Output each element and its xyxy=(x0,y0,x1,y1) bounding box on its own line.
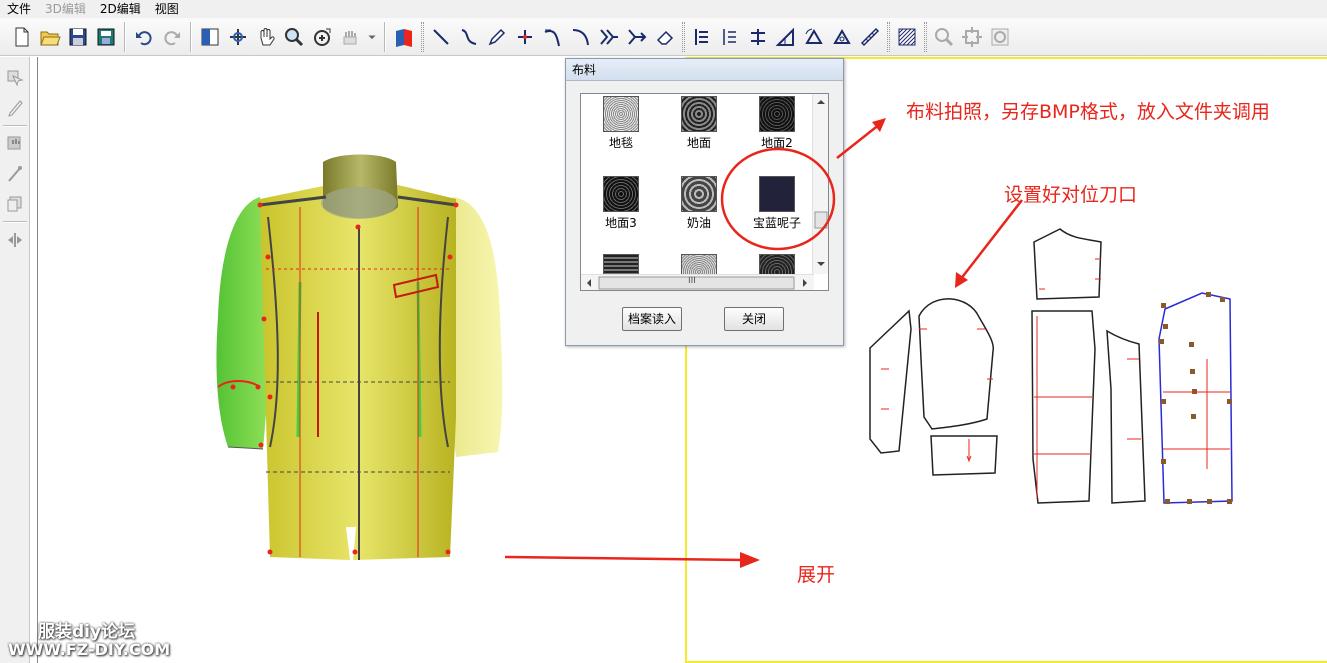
fabric-swatch-list[interactable]: 地毯 地面 地面2 地面3 奶油 宝蓝呢子 III xyxy=(580,93,829,291)
fabric-swatch-label: 地面2 xyxy=(761,136,793,150)
left-toolbar-separator xyxy=(2,125,27,127)
grab-icon[interactable] xyxy=(336,22,364,52)
fabric-swatch-item[interactable]: 宝蓝呢子 xyxy=(739,176,815,230)
toolbar-grip xyxy=(421,21,424,52)
layer-icon[interactable] xyxy=(2,189,28,219)
left-toolbar xyxy=(0,57,30,663)
fabric-swatch-label: 地面 xyxy=(686,136,711,150)
fabric-swatch-item[interactable]: 地面2 xyxy=(739,96,815,150)
curve-icon[interactable] xyxy=(455,22,483,52)
fabric-swatch-label: 地面3 xyxy=(605,216,637,230)
fabric-swatch-item[interactable]: 奶油 xyxy=(661,176,737,230)
watermark-url: WWW.FZ-DIY.COM xyxy=(8,640,171,659)
expand-note-label: 展开 xyxy=(797,564,836,586)
fabric-swatch-image xyxy=(759,176,795,212)
new-file-icon[interactable] xyxy=(8,22,36,52)
toolbar-grip xyxy=(887,21,890,52)
horizontal-scrollbar[interactable]: III xyxy=(581,274,814,290)
vertical-scrollbar[interactable] xyxy=(812,94,828,274)
redo-icon[interactable] xyxy=(158,22,186,52)
knife-icon[interactable] xyxy=(2,93,28,123)
fabric-swatch-label: 地毯 xyxy=(608,136,633,150)
pattern-piece-back xyxy=(1158,292,1233,504)
fabric-swatch-image xyxy=(681,96,717,132)
menu-bar: 文件 3D编辑 2D编辑 视图 xyxy=(0,0,1327,18)
pattern-piece-front xyxy=(1031,310,1096,504)
menu-view[interactable]: 视图 xyxy=(148,0,186,18)
view-fit-icon[interactable] xyxy=(308,22,336,52)
fabric-swatch-label: 宝蓝呢子 xyxy=(752,216,801,230)
fabric-swatch-image xyxy=(603,96,639,132)
panel-icon[interactable] xyxy=(196,22,224,52)
fabric-swatch-image xyxy=(681,176,717,212)
needle-icon[interactable] xyxy=(2,159,28,189)
hatch-icon[interactable] xyxy=(893,22,921,52)
rotate-icon[interactable] xyxy=(224,22,252,52)
toolbar-grip xyxy=(682,21,685,52)
pencil-icon[interactable] xyxy=(483,22,511,52)
align-center-icon[interactable] xyxy=(716,22,744,52)
menu-file[interactable]: 文件 xyxy=(0,0,38,18)
fabric-swatch-label: 奶油 xyxy=(686,216,711,230)
rotate-piece-icon[interactable] xyxy=(800,22,828,52)
split-icon[interactable] xyxy=(2,225,28,255)
point-icon[interactable] xyxy=(511,22,539,52)
watermark-forum-name: 服装diy论坛 xyxy=(38,622,136,642)
fabric-swatch-item[interactable]: 地面3 xyxy=(583,176,659,230)
fabric-dialog: 布料 地毯 地面 地面2 地面3 奶油 宝蓝呢子 III 档案读入 关闭 xyxy=(565,58,844,346)
refresh-icon[interactable] xyxy=(986,22,1014,52)
arc-icon[interactable] xyxy=(567,22,595,52)
fabric-swatch-item[interactable]: 地毯 xyxy=(583,96,659,150)
align-left-icon[interactable] xyxy=(688,22,716,52)
toolbar-separator xyxy=(124,21,126,52)
fabric-swatch-image xyxy=(603,176,639,212)
dropdown-icon[interactable] xyxy=(364,22,380,52)
fabric-swatch-item[interactable]: 地面 xyxy=(661,96,737,150)
close-button[interactable]: 关闭 xyxy=(724,307,784,331)
notch-icon[interactable] xyxy=(595,22,623,52)
eraser-icon[interactable] xyxy=(651,22,679,52)
pattern-piece-cuff xyxy=(930,435,998,476)
menu-3d-edit[interactable]: 3D编辑 xyxy=(38,0,93,18)
zoom-icon[interactable] xyxy=(280,22,308,52)
load-file-button[interactable]: 档案读入 xyxy=(622,307,682,331)
ruler-icon[interactable] xyxy=(856,22,884,52)
move-icon[interactable] xyxy=(958,22,986,52)
line-icon[interactable] xyxy=(427,22,455,52)
align-distribute-icon[interactable] xyxy=(744,22,772,52)
texture-icon[interactable] xyxy=(390,22,418,52)
fabric-swatch-image xyxy=(759,96,795,132)
pattern-piece-sleeve-top xyxy=(918,298,995,430)
menu-2d-edit[interactable]: 2D编辑 xyxy=(93,0,148,18)
pattern-piece-side xyxy=(1106,329,1146,504)
zoom-area-icon[interactable] xyxy=(930,22,958,52)
toolbar-grip xyxy=(924,21,927,52)
angle-icon[interactable] xyxy=(772,22,800,52)
save-icon[interactable] xyxy=(64,22,92,52)
bezier-icon[interactable] xyxy=(539,22,567,52)
pattern-piece-sleeve-under xyxy=(869,309,912,454)
left-toolbar-separator xyxy=(2,221,27,223)
scroll-thumb-grip: III xyxy=(688,276,696,286)
hand-tool-icon[interactable] xyxy=(2,129,28,159)
select-piece-icon[interactable] xyxy=(2,63,28,93)
open-folder-icon[interactable] xyxy=(36,22,64,52)
flip-piece-icon[interactable] xyxy=(828,22,856,52)
notch-note-label: 设置好对位刀口 xyxy=(1004,184,1138,206)
main-toolbar xyxy=(0,18,1327,56)
fabric-note-label: 布料拍照，另存BMP格式，放入文件夹调用 xyxy=(906,101,1270,123)
hand-pan-icon[interactable] xyxy=(252,22,280,52)
toolbar-separator xyxy=(384,21,386,52)
save-as-icon[interactable] xyxy=(92,22,120,52)
dialog-title: 布料 xyxy=(566,59,843,81)
seam-icon[interactable] xyxy=(623,22,651,52)
toolbar-separator xyxy=(190,21,192,52)
undo-icon[interactable] xyxy=(130,22,158,52)
